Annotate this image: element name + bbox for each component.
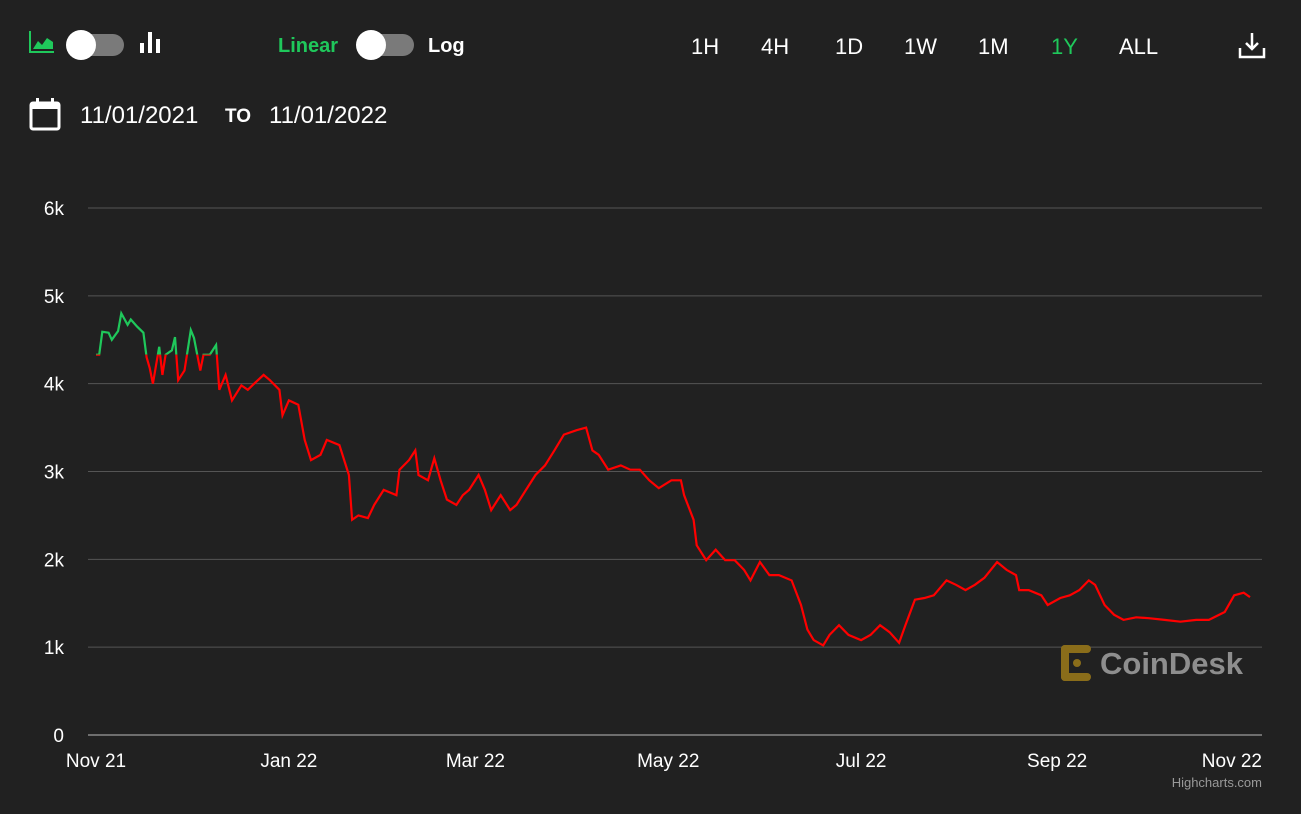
coindesk-watermark: CoinDesk [1061, 645, 1244, 681]
x-tick-label: May 22 [637, 751, 699, 772]
x-tick-label: Mar 22 [446, 751, 505, 772]
y-tick-label: 3k [44, 463, 65, 484]
y-tick-label: 1k [44, 638, 65, 659]
coindesk-logo-icon [1061, 645, 1091, 681]
watermark-text: CoinDesk [1100, 646, 1244, 681]
x-tick-label: Nov 22 [1202, 751, 1262, 772]
x-tick-label: Nov 21 [66, 751, 126, 772]
y-tick-label: 4k [44, 375, 65, 396]
x-tick-label: Jul 22 [836, 751, 887, 772]
highcharts-credits[interactable]: Highcharts.com [1172, 775, 1262, 790]
x-tick-label: Sep 22 [1027, 751, 1087, 772]
y-tick-label: 0 [53, 726, 64, 747]
x-tick-label: Jan 22 [260, 751, 317, 772]
price-line-below-start [96, 354, 1251, 647]
y-tick-label: 5k [44, 287, 65, 308]
y-tick-label: 2k [44, 550, 65, 571]
price-chart: CoinDesk 0 1k 2k 3k 4k 5k 6k Nov 21 Jan 22 Mar 22… [44, 199, 1262, 790]
y-tick-label: 6k [44, 199, 65, 220]
